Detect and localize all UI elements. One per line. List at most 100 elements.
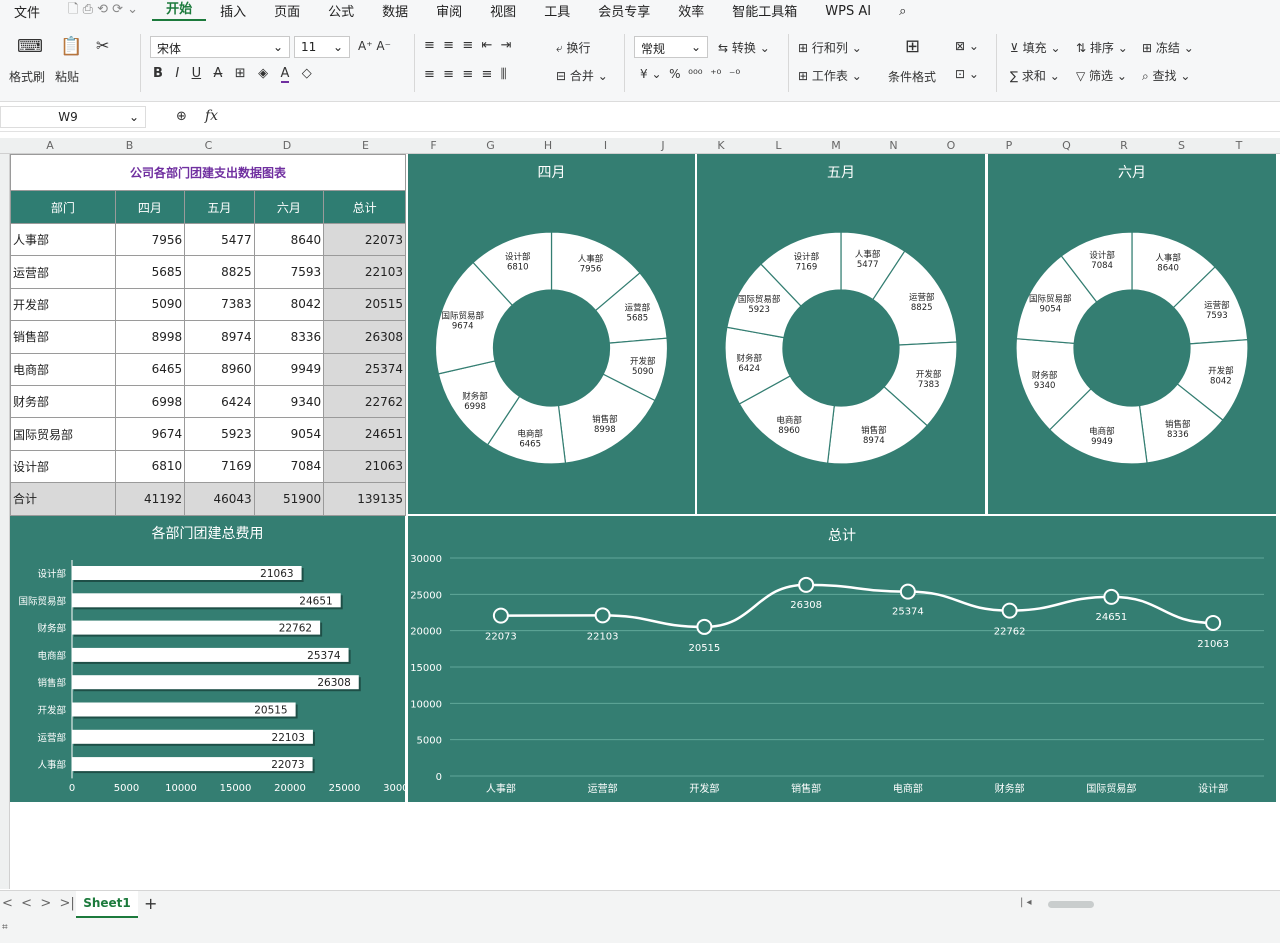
- table-cell[interactable]: 7084: [253, 449, 325, 484]
- table-cell[interactable]: 26308: [323, 320, 406, 354]
- number-format-select[interactable]: 常规 ⌄: [634, 36, 708, 58]
- menu-tab-3[interactable]: 公式: [314, 1, 368, 21]
- column-header-Q[interactable]: Q: [1038, 139, 1095, 152]
- table-total-cell[interactable]: 合计: [10, 482, 116, 516]
- sum-button[interactable]: ∑ 求和 ⌄: [1010, 67, 1060, 84]
- table-cell[interactable]: 21063: [323, 449, 406, 484]
- merge-button[interactable]: ⊟ 合并 ⌄: [556, 67, 608, 84]
- table-cell[interactable]: 开发部: [10, 287, 116, 322]
- table-cell[interactable]: 销售部: [10, 320, 116, 354]
- menu-tab-0[interactable]: 开始: [152, 1, 207, 21]
- table-cell[interactable]: 9054: [253, 417, 325, 451]
- table-cell[interactable]: 8960: [184, 352, 255, 386]
- table-cell[interactable]: 9949: [253, 352, 325, 386]
- column-header-B[interactable]: B: [90, 139, 169, 152]
- table-cell[interactable]: 9340: [253, 384, 325, 419]
- freeze-button[interactable]: ⊞ 冻结 ⌄: [1142, 39, 1194, 56]
- pie-chart-june[interactable]: 六月 人事部 8640 运营部 7593 开发部 8042 销售部 8336 电商部 9949 财务…: [988, 154, 1276, 514]
- table-total-cell[interactable]: 41192: [114, 482, 186, 516]
- table-cell[interactable]: 6424: [184, 384, 255, 419]
- column-header-C[interactable]: C: [169, 139, 248, 152]
- table-cell[interactable]: 7383: [184, 287, 255, 322]
- menu-tab-6[interactable]: 视图: [476, 1, 530, 21]
- table-header-cell[interactable]: 部门: [10, 190, 116, 224]
- table-cell[interactable]: 财务部: [10, 384, 116, 419]
- sheet-nav-icons[interactable]: < < > >|: [2, 896, 75, 911]
- table-cell[interactable]: 运营部: [10, 255, 116, 289]
- quick-access-icons[interactable]: 🗋 ⎙ ⟲ ⟳ ⌄: [54, 0, 152, 22]
- table-cell[interactable]: 20515: [323, 287, 406, 322]
- table-cell[interactable]: 5923: [184, 417, 255, 451]
- add-sheet-icon[interactable]: +: [144, 894, 157, 913]
- menu-tab-2[interactable]: 页面: [260, 1, 314, 21]
- table-cell[interactable]: 8998: [114, 320, 186, 354]
- column-header-S[interactable]: S: [1153, 139, 1210, 152]
- column-header-T[interactable]: T: [1210, 139, 1268, 152]
- table-cell[interactable]: 22762: [323, 384, 406, 419]
- table-cell[interactable]: 24651: [323, 417, 406, 451]
- column-header-L[interactable]: L: [750, 139, 807, 152]
- conditional-format-icon[interactable]: ⊞: [905, 36, 920, 57]
- table-cell[interactable]: 8042: [253, 287, 325, 322]
- font-style-buttons[interactable]: B I U A ⊞ ◈ A ◇: [153, 66, 312, 83]
- sheet-tab-sheet1[interactable]: Sheet1: [76, 891, 138, 918]
- zoom-icon[interactable]: ⊕: [176, 109, 187, 124]
- cell-style-icon[interactable]: ⊠ ⌄: [955, 39, 979, 53]
- menu-tab-4[interactable]: 数据: [368, 1, 422, 21]
- align-icons[interactable]: ≡ ≡ ≡ ⇤ ⇥: [424, 38, 512, 53]
- scroll-left-icon[interactable]: | ◂: [1020, 897, 1032, 908]
- menu-tab-10[interactable]: 智能工具箱: [718, 1, 811, 21]
- column-header-D[interactable]: D: [248, 139, 326, 152]
- table-cell[interactable]: 9674: [114, 417, 186, 451]
- table-cell[interactable]: 22073: [323, 222, 406, 257]
- wps-ai-button[interactable]: WPS AI: [811, 4, 885, 19]
- table-cell[interactable]: 设计部: [10, 449, 116, 484]
- table-header-cell[interactable]: 总计: [323, 190, 406, 224]
- worksheet-button[interactable]: ⊞ 工作表 ⌄: [798, 67, 862, 84]
- column-header-H[interactable]: H: [519, 139, 577, 152]
- column-header-I[interactable]: I: [577, 139, 634, 152]
- table-cell[interactable]: 8974: [184, 320, 255, 354]
- table-cell[interactable]: 6810: [114, 449, 186, 484]
- find-button[interactable]: ⌕ 查找 ⌄: [1142, 67, 1190, 84]
- paste-icon[interactable]: 📋: [60, 36, 82, 57]
- table-cell[interactable]: 8336: [253, 320, 325, 354]
- table-cell[interactable]: 25374: [323, 352, 406, 386]
- menu-tab-8[interactable]: 会员专享: [584, 1, 664, 21]
- table-header-cell[interactable]: 四月: [114, 190, 186, 224]
- filter-button[interactable]: ▽ 筛选 ⌄: [1076, 67, 1127, 84]
- font-size-select[interactable]: 11 ⌄: [294, 36, 350, 58]
- column-header-K[interactable]: K: [692, 139, 750, 152]
- column-header-R[interactable]: R: [1095, 139, 1153, 152]
- fill-button[interactable]: ⊻ 填充 ⌄: [1010, 39, 1061, 56]
- table-total-cell[interactable]: 46043: [184, 482, 255, 516]
- rows-cols-button[interactable]: ⊞ 行和列 ⌄: [798, 39, 862, 56]
- column-header-N[interactable]: N: [865, 139, 922, 152]
- fx-icon[interactable]: fx: [205, 108, 218, 124]
- font-grow-icon[interactable]: A⁺ A⁻: [358, 39, 391, 53]
- column-header-O[interactable]: O: [922, 139, 980, 152]
- paste-button[interactable]: 粘贴: [55, 68, 79, 85]
- column-header-P[interactable]: P: [980, 139, 1038, 152]
- menu-tab-1[interactable]: 插入: [206, 1, 260, 21]
- search-icon[interactable]: ⌕: [885, 4, 920, 19]
- table-header-cell[interactable]: 六月: [253, 190, 325, 224]
- border-icon[interactable]: ⊡ ⌄: [955, 67, 979, 81]
- table-cell[interactable]: 7956: [114, 222, 186, 257]
- line-chart-panel[interactable]: 总计 0 5000 10000 15000 20000 25000 30000 22073 人事…: [408, 516, 1276, 802]
- bar-chart-panel[interactable]: 各部门团建总费用 050001000015000200002500030000设…: [10, 516, 405, 802]
- column-header-M[interactable]: M: [807, 139, 865, 152]
- number-format-icons[interactable]: ¥ ⌄ % ⁰⁰⁰ ⁺⁰ ⁻⁰: [640, 67, 740, 81]
- table-cell[interactable]: 5685: [114, 255, 186, 289]
- macro-icon[interactable]: ⌗: [2, 922, 8, 933]
- table-cell[interactable]: 22103: [323, 255, 406, 289]
- name-box[interactable]: W9 ⌄: [0, 106, 146, 128]
- table-cell[interactable]: 电商部: [10, 352, 116, 386]
- format-painter-button[interactable]: 格式刷: [9, 68, 45, 85]
- horizontal-scrollbar[interactable]: [1048, 901, 1094, 908]
- column-header-G[interactable]: G: [462, 139, 519, 152]
- pie-chart-april[interactable]: 四月 人事部 7956 运营部 5685 开发部 5090 销售部 8998 电商部 6465 财务…: [408, 154, 695, 514]
- table-cell[interactable]: 6998: [114, 384, 186, 419]
- table-cell[interactable]: 人事部: [10, 222, 116, 257]
- column-header-J[interactable]: J: [634, 139, 692, 152]
